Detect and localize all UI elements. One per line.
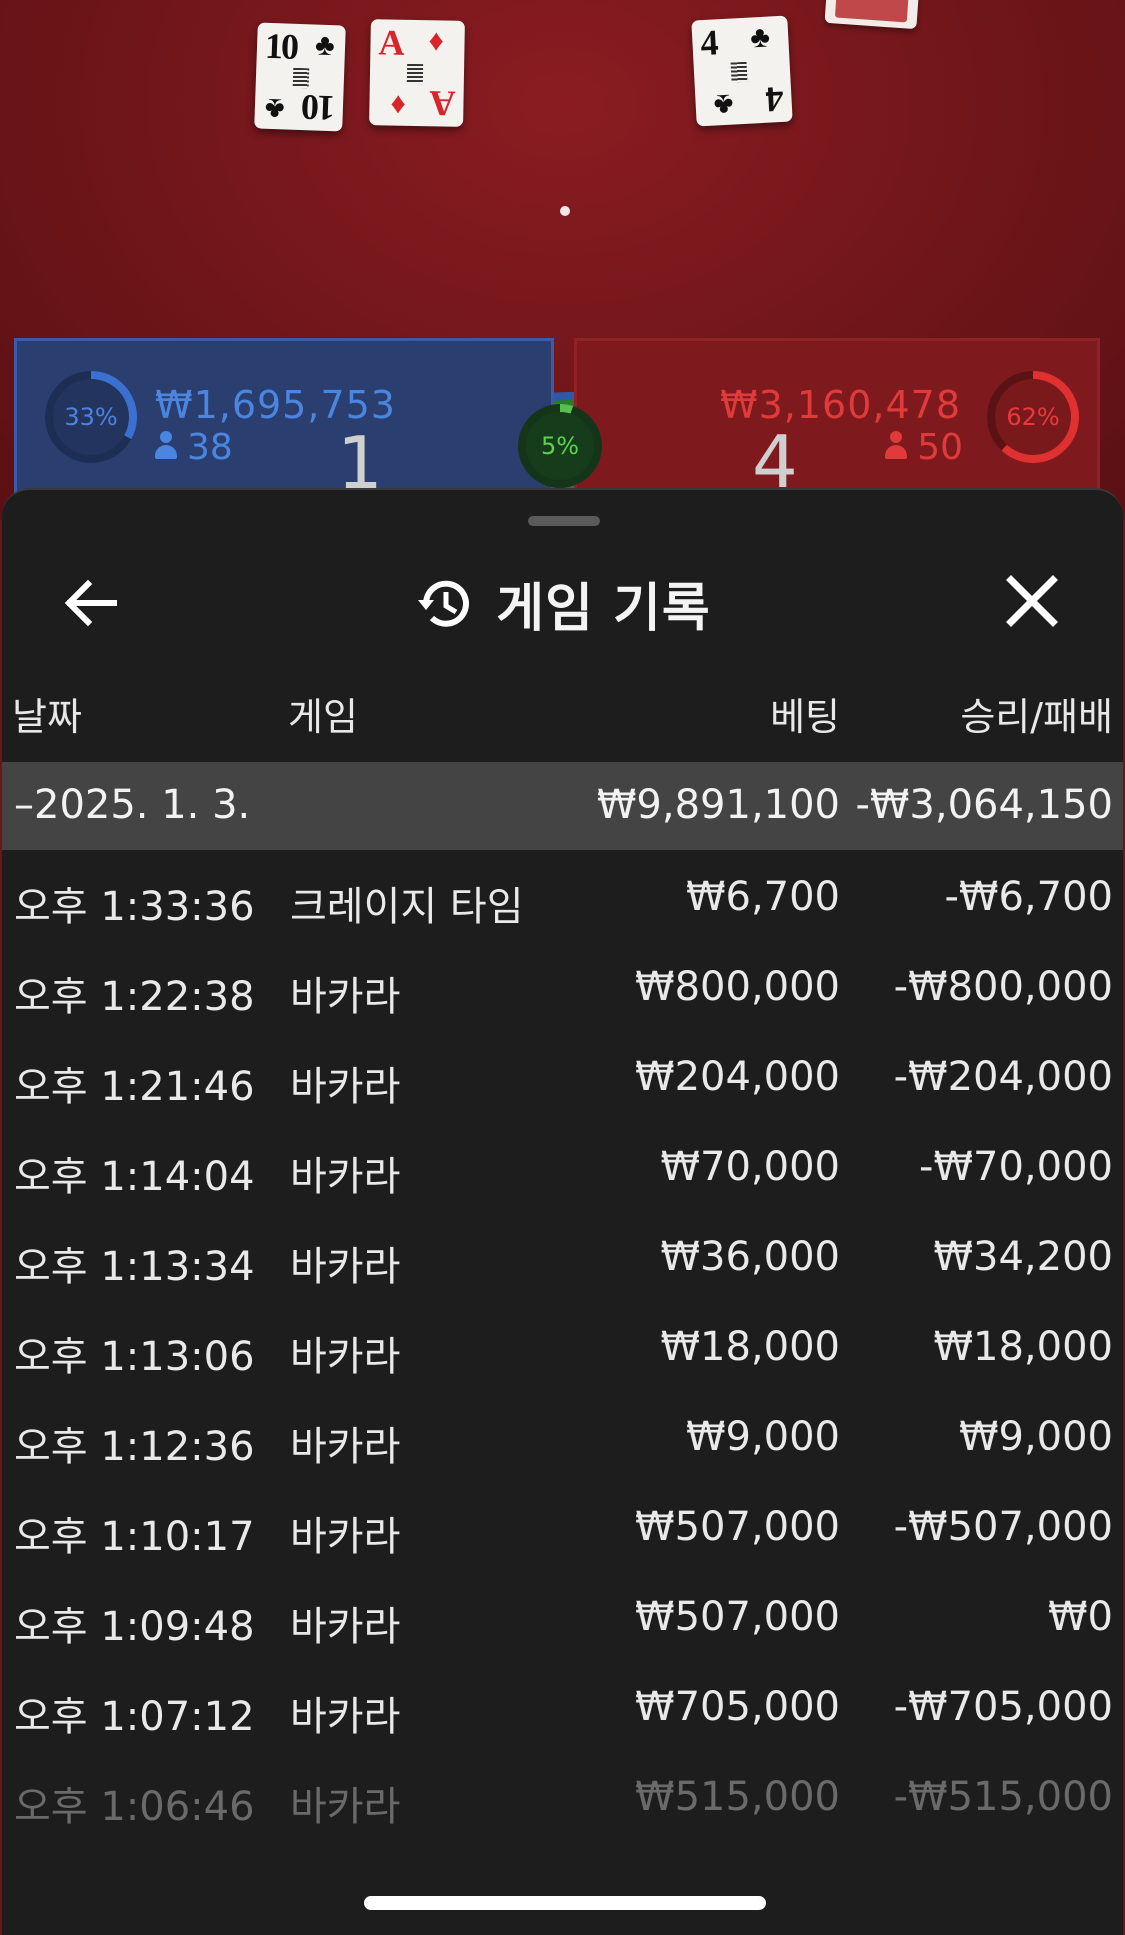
history-row[interactable]: 오후 1:10:17 바카라 ₩507,000 -₩507,000 [2, 1480, 1123, 1570]
row-game: 바카라 [290, 1784, 401, 1830]
row-result: ₩0 [1048, 1594, 1113, 1640]
history-row[interactable]: 오후 1:09:48 바카라 ₩507,000 ₩0 [2, 1570, 1123, 1660]
row-time: 오후 1:10:17 [14, 1514, 255, 1560]
player-count: 38 [155, 427, 233, 468]
row-bet: ₩70,000 [660, 1144, 840, 1190]
row-game: 바카라 [290, 1424, 401, 1470]
row-bet: ₩36,000 [660, 1234, 840, 1280]
row-bet: ₩515,000 [635, 1774, 840, 1820]
row-result: ₩9,000 [958, 1414, 1113, 1460]
row-time: 오후 1:06:46 [14, 1784, 255, 1830]
history-row[interactable]: 오후 1:14:04 바카라 ₩70,000 -₩70,000 [2, 1120, 1123, 1210]
player-percent-ring: 33% [45, 371, 137, 463]
row-time: 오후 1:14:04 [14, 1154, 255, 1200]
history-list: 오후 1:33:36 크레이지 타임 ₩6,700 -₩6,700 오후 1:2… [2, 850, 1123, 1840]
row-bet: ₩18,000 [660, 1324, 840, 1370]
row-bet: ₩800,000 [635, 964, 840, 1010]
dealer-dot [560, 206, 570, 216]
row-bet: ₩9,000 [685, 1414, 840, 1460]
history-row[interactable]: 오후 1:13:06 바카라 ₩18,000 ₩18,000 [2, 1300, 1123, 1390]
row-game: 바카라 [290, 1064, 401, 1110]
person-icon [885, 431, 908, 461]
row-time: 오후 1:09:48 [14, 1604, 255, 1650]
row-result: ₩18,000 [933, 1324, 1113, 1370]
summary-date: –2025. 1. 3. [14, 782, 251, 828]
row-game: 크레이지 타임 [290, 884, 524, 930]
row-game: 바카라 [290, 1154, 401, 1200]
row-game: 바카라 [290, 1334, 401, 1380]
tie-percent-ring: 5% [518, 404, 602, 488]
banker-count: 50 [885, 427, 963, 468]
row-time: 오후 1:13:34 [14, 1244, 255, 1290]
history-row[interactable]: 오후 1:13:34 바카라 ₩36,000 ₩34,200 [2, 1210, 1123, 1300]
row-result: -₩6,700 [944, 874, 1114, 920]
row-bet: ₩6,700 [685, 874, 840, 920]
row-result: -₩70,000 [919, 1144, 1113, 1190]
row-bet: ₩507,000 [635, 1594, 840, 1640]
row-time: 오후 1:12:36 [14, 1424, 255, 1470]
history-row[interactable]: 오후 1:06:46 바카라 ₩515,000 -₩515,000 [2, 1750, 1123, 1840]
column-header-game: 게임 [288, 695, 358, 739]
row-result: ₩34,200 [933, 1234, 1113, 1280]
row-bet: ₩705,000 [635, 1684, 840, 1730]
row-bet: ₩204,000 [635, 1054, 840, 1100]
history-icon [418, 580, 470, 627]
column-header-bet: 베팅 [770, 695, 840, 739]
row-result: -₩507,000 [893, 1504, 1113, 1550]
sheet-title: 게임 기록 [496, 579, 711, 639]
player-bet-panel[interactable]: 33% ₩1,695,753 38 1 [14, 338, 554, 505]
summary-result: -₩3,064,150 [855, 782, 1113, 828]
row-time: 오후 1:13:06 [14, 1334, 255, 1380]
row-time: 오후 1:21:46 [14, 1064, 255, 1110]
close-icon [1006, 575, 1058, 627]
playing-card: A ♦ A ♦ [369, 19, 465, 127]
history-row[interactable]: 오후 1:21:46 바카라 ₩204,000 -₩204,000 [2, 1030, 1123, 1120]
sheet-header: 게임 기록 [2, 566, 1123, 639]
close-button[interactable] [997, 566, 1067, 636]
history-row[interactable]: 오후 1:22:38 바카라 ₩800,000 -₩800,000 [2, 940, 1123, 1030]
row-game: 바카라 [290, 1514, 401, 1560]
row-result: -₩800,000 [893, 964, 1113, 1010]
history-row[interactable]: 오후 1:12:36 바카라 ₩9,000 ₩9,000 [2, 1390, 1123, 1480]
row-game: 바카라 [290, 1604, 401, 1650]
game-history-sheet: 게임 기록 날짜 게임 베팅 승리/패배 –2025. 1. 3. ₩9,891… [2, 488, 1123, 1935]
row-result: -₩204,000 [893, 1054, 1113, 1100]
date-summary-row[interactable]: –2025. 1. 3. ₩9,891,100 -₩3,064,150 [2, 762, 1123, 850]
summary-bet: ₩9,891,100 [596, 782, 840, 828]
row-game: 바카라 [290, 1694, 401, 1740]
banker-bet-panel[interactable]: ₩3,160,478 50 62% [574, 338, 1100, 498]
row-game: 바카라 [290, 1244, 401, 1290]
history-row[interactable]: 오후 1:07:12 바카라 ₩705,000 -₩705,000 [2, 1660, 1123, 1750]
banker-percent-ring: 62% [987, 371, 1079, 463]
column-header-date: 날짜 [12, 695, 82, 739]
playing-card: 4 ♣ 4 ♣ [691, 15, 793, 127]
history-row[interactable]: 오후 1:33:36 크레이지 타임 ₩6,700 -₩6,700 [2, 850, 1123, 940]
person-icon [155, 431, 177, 461]
row-bet: ₩507,000 [635, 1504, 840, 1550]
row-result: -₩515,000 [893, 1774, 1113, 1820]
row-time: 오후 1:33:36 [14, 884, 255, 930]
row-time: 오후 1:22:38 [14, 974, 255, 1020]
home-indicator[interactable] [364, 1896, 766, 1910]
row-result: -₩705,000 [893, 1684, 1113, 1730]
sheet-grabber[interactable] [528, 516, 600, 526]
row-time: 오후 1:07:12 [14, 1694, 255, 1740]
column-header-result: 승리/패배 [960, 695, 1113, 739]
row-game: 바카라 [290, 974, 401, 1020]
playing-card: 10 ♣ 10 ♣ [254, 22, 346, 132]
